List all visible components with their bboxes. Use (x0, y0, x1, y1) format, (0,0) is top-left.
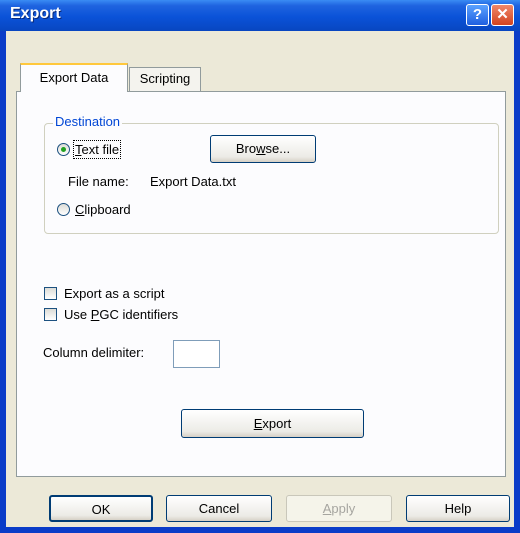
window-frame-bottom (0, 527, 520, 533)
help-icon[interactable]: ? (466, 4, 489, 26)
use-pgc-post: GC identifiers (99, 307, 179, 322)
file-name-value: Export Data.txt (150, 174, 236, 189)
radio-selected-dot (61, 147, 66, 152)
export-as-script-checkbox[interactable] (44, 287, 57, 300)
text-file-label-rest: ext file (81, 142, 120, 157)
clipboard-mnemonic: C (75, 202, 85, 217)
export-button[interactable]: Export (181, 409, 364, 438)
clipboard-radio[interactable] (57, 203, 70, 216)
column-delimiter-label: Column delimiter: (43, 345, 145, 360)
browse-label-pre: Bro (235, 141, 257, 156)
window-frame-right (514, 31, 520, 533)
clipboard-label-rest: lipboard (84, 202, 131, 217)
destination-group-title: Destination (53, 114, 123, 129)
browse-button[interactable]: Browse... (210, 135, 316, 163)
export-dialog: Export ? ✕ Export Data Scripting Destina… (0, 0, 520, 533)
tab-export-data[interactable]: Export Data (20, 63, 128, 92)
help-button[interactable]: Help (406, 495, 510, 522)
export-as-script-label[interactable]: Export as a script (64, 286, 164, 301)
close-icon[interactable]: ✕ (491, 4, 514, 26)
use-pgc-pre: Use (64, 307, 91, 322)
text-file-radio[interactable] (57, 143, 70, 156)
export-label-rest: xport (262, 416, 292, 431)
browse-mnemonic: w (256, 141, 266, 156)
apply-label-rest: pply (331, 501, 356, 516)
use-pgc-checkbox[interactable] (44, 308, 57, 321)
window-title: Export (10, 5, 61, 22)
clipboard-label[interactable]: Clipboard (75, 202, 131, 217)
apply-button[interactable]: Apply (286, 495, 392, 522)
browse-label-post: se... (265, 141, 291, 156)
use-pgc-label[interactable]: Use PGC identifiers (64, 307, 178, 322)
ok-button[interactable]: OK (49, 495, 153, 522)
file-name-label: File name: (68, 174, 129, 189)
cancel-button[interactable]: Cancel (166, 495, 272, 522)
column-delimiter-input[interactable] (173, 340, 220, 368)
text-file-label[interactable]: Text file (72, 140, 122, 159)
tab-scripting[interactable]: Scripting (129, 67, 201, 91)
title-bar[interactable]: Export ? ✕ (0, 0, 520, 31)
